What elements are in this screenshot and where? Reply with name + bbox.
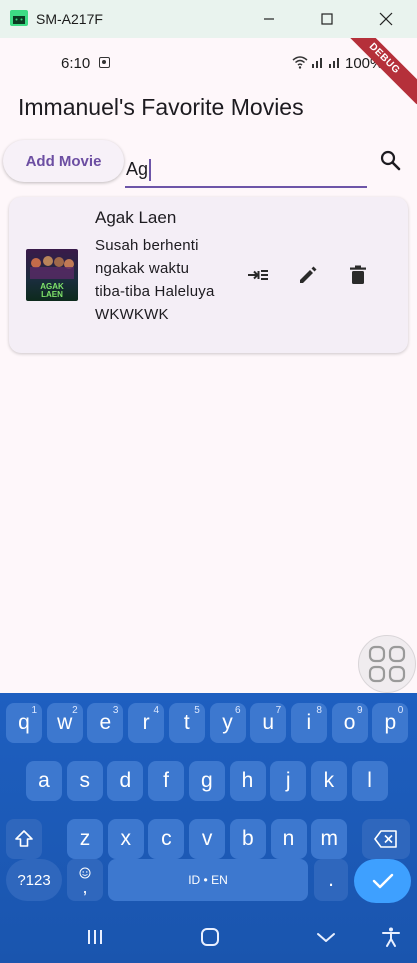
wifi-icon — [292, 56, 308, 69]
accessibility-icon[interactable] — [380, 926, 402, 948]
edit-button[interactable] — [295, 262, 321, 288]
symbols-key[interactable]: ?123 — [6, 859, 62, 901]
key-number-hint: 1 — [31, 705, 37, 716]
add-movie-button[interactable]: Add Movie — [3, 140, 124, 182]
key-j[interactable]: j — [270, 761, 307, 801]
status-icons — [292, 55, 342, 69]
status-time: 6:10 — [61, 55, 91, 72]
page-title: Immanuel's Favorite Movies — [18, 94, 304, 120]
status-bar: 6:10 100% — [0, 38, 417, 88]
key-l[interactable]: l — [351, 761, 388, 801]
key-v[interactable]: v — [189, 819, 226, 859]
minimize-icon — [264, 18, 274, 20]
key-a[interactable]: a — [26, 761, 62, 801]
key-u[interactable]: u7 — [250, 703, 287, 743]
key-d[interactable]: d — [107, 761, 144, 801]
key-label: u — [262, 711, 275, 734]
key-t[interactable]: t5 — [168, 703, 205, 743]
back-icon[interactable] — [315, 926, 337, 948]
key-q[interactable]: q1 — [6, 703, 42, 743]
key-label: q — [18, 711, 30, 734]
emoji-comma-key[interactable]: , — [67, 859, 103, 901]
space-key[interactable]: ID • EN — [108, 859, 308, 901]
key-label: t — [183, 711, 190, 734]
comma-label: , — [82, 877, 88, 897]
poster-image: AGAK LAEN — [26, 249, 78, 301]
screen-record-icon — [99, 57, 110, 68]
recents-icon[interactable] — [84, 926, 106, 948]
key-y[interactable]: y6 — [209, 703, 246, 743]
key-number-hint: 7 — [275, 705, 282, 716]
key-number-hint: 3 — [112, 705, 119, 716]
key-number-hint: 2 — [72, 705, 78, 716]
edit-icon — [300, 266, 317, 283]
key-w[interactable]: w2 — [46, 703, 83, 743]
enter-key[interactable] — [354, 859, 411, 903]
shift-icon — [15, 830, 33, 847]
signal-icon — [329, 58, 339, 68]
close-button[interactable] — [376, 9, 396, 29]
key-z[interactable]: z — [67, 819, 103, 859]
move-button[interactable] — [245, 262, 271, 288]
key-i[interactable]: i8 — [290, 703, 327, 743]
movie-description: Susah berhenti ngakak waktu tiba-tiba Ha… — [95, 237, 215, 323]
signal-icon — [312, 58, 322, 68]
home-icon[interactable] — [199, 926, 221, 948]
window-titlebar: SM-A217F — [0, 0, 417, 38]
maximize-button[interactable] — [317, 9, 337, 29]
key-c[interactable]: c — [148, 819, 185, 859]
grid-icon — [368, 645, 406, 683]
text-caret — [149, 158, 152, 181]
search-input-value: Ag — [126, 159, 149, 179]
key-label: y — [222, 711, 233, 734]
key-h[interactable]: h — [229, 761, 266, 801]
period-key[interactable]: . — [314, 859, 348, 901]
backspace-key[interactable] — [362, 819, 410, 859]
key-r[interactable]: r4 — [128, 703, 165, 743]
key-number-hint: 8 — [316, 705, 322, 716]
key-number-hint: 6 — [234, 705, 241, 716]
movie-card[interactable]: AGAK LAEN Agak Laen Susah berhenti ngaka… — [9, 197, 408, 353]
search-icon[interactable] — [378, 148, 402, 172]
move-to-icon — [248, 270, 268, 280]
key-e[interactable]: e3 — [87, 703, 124, 743]
backspace-icon — [374, 830, 397, 848]
key-label: r — [142, 711, 150, 734]
delete-icon — [350, 265, 366, 284]
android-icon — [10, 10, 28, 26]
key-o[interactable]: o9 — [331, 703, 368, 743]
key-label: i — [306, 711, 312, 734]
key-p[interactable]: p0 — [372, 703, 409, 743]
key-f[interactable]: f — [148, 761, 185, 801]
key-label: o — [343, 711, 356, 734]
window-title: SM-A217F — [36, 11, 103, 27]
key-x[interactable]: x — [107, 819, 144, 859]
movie-title: Agak Laen — [95, 208, 177, 227]
maximize-icon — [321, 13, 333, 25]
key-g[interactable]: g — [188, 761, 225, 801]
shift-key[interactable] — [6, 819, 42, 859]
key-k[interactable]: k — [310, 761, 347, 801]
delete-button[interactable] — [345, 262, 371, 288]
phone-screen: 6:10 100% DEBUG Immanuel's Favorite Movi… — [0, 38, 417, 963]
svg-text:LAEN: LAEN — [41, 290, 63, 299]
key-number-hint: 5 — [194, 705, 200, 716]
key-s[interactable]: s — [66, 761, 103, 801]
key-label: p — [384, 711, 397, 734]
close-icon — [379, 12, 393, 26]
key-b[interactable]: b — [229, 819, 266, 859]
key-label: w — [57, 711, 73, 734]
key-number-hint: 9 — [357, 705, 363, 716]
minimize-button[interactable] — [259, 9, 279, 29]
movie-poster: AGAK LAEN — [26, 249, 78, 301]
floating-grid-button[interactable] — [358, 635, 416, 693]
search-input[interactable]: Ag — [125, 144, 367, 188]
key-n[interactable]: n — [270, 819, 307, 859]
check-icon — [372, 873, 393, 889]
key-m[interactable]: m — [311, 819, 348, 859]
key-label: e — [99, 711, 112, 734]
key-number-hint: 0 — [397, 705, 404, 716]
key-number-hint: 4 — [153, 705, 160, 716]
